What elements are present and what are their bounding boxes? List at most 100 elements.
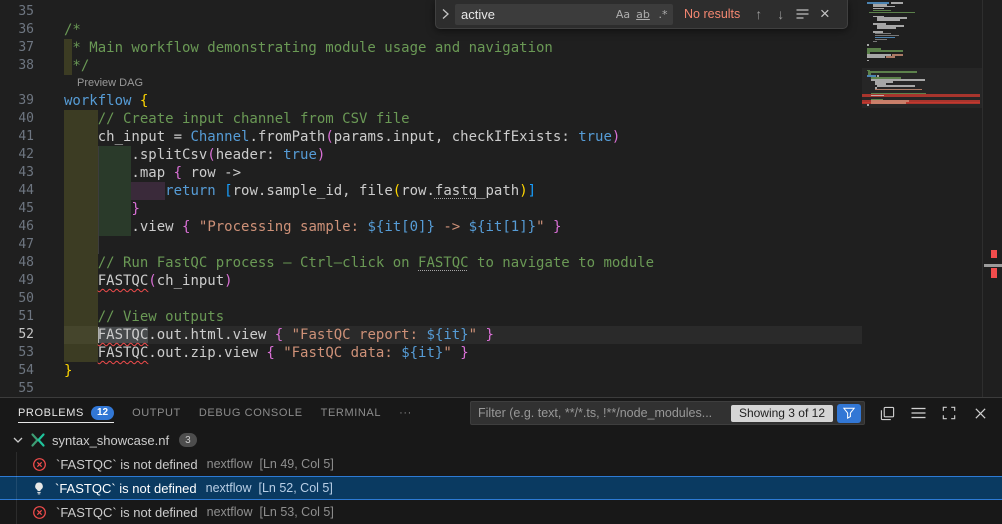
code-token: .splitCsv	[64, 147, 207, 163]
codelens-preview-dag[interactable]: Preview DAG	[77, 75, 143, 91]
indent-rainbow-tint	[64, 236, 98, 254]
code-line[interactable]: FASTQC(ch_input)	[64, 272, 233, 290]
find-query-text[interactable]: active	[461, 7, 613, 22]
view-as-table-icon[interactable]	[909, 404, 927, 422]
panel-tab-terminal[interactable]: TERMINAL	[312, 398, 390, 428]
code-line[interactable]: // View outputs	[64, 308, 224, 326]
line-number: 37	[0, 39, 64, 57]
line-number: 54	[0, 362, 64, 380]
problems-file-group[interactable]: syntax_showcase.nf 3	[0, 428, 1002, 452]
code-line[interactable]: }	[64, 200, 140, 218]
code-token: */	[64, 58, 89, 74]
code-token	[64, 327, 98, 343]
code-token: Channel	[190, 129, 249, 145]
filter-funnel-icon[interactable]	[837, 404, 861, 423]
code-line[interactable]: workflow {	[64, 92, 148, 110]
code-token: ${it}	[426, 327, 468, 343]
code-token: "Processing sample:	[199, 219, 368, 235]
line-number: 40	[0, 110, 64, 128]
code-line[interactable]: }	[64, 362, 72, 380]
whole-word-icon[interactable]: ab	[633, 8, 653, 21]
toggle-replace-chevron-icon[interactable]	[438, 3, 452, 25]
problem-row[interactable]: `FASTQC` is not definednextflow[Ln 53, C…	[0, 500, 1002, 524]
problem-location: [Ln 49, Col 5]	[259, 457, 333, 471]
code-line[interactable]: FASTQC.out.zip.view { "FastQC data: ${it…	[64, 344, 469, 362]
code-token: ${it[0]}	[367, 219, 434, 235]
code-token: }	[553, 219, 561, 235]
code-token	[64, 273, 98, 289]
maximize-panel-icon[interactable]	[940, 404, 958, 422]
tree-indent-guide	[16, 452, 17, 524]
find-previous-button[interactable]: ↑	[749, 6, 768, 22]
code-line[interactable]: .map { row ->	[64, 164, 241, 182]
nextflow-logo-icon	[30, 432, 46, 448]
minimap-code-bar	[867, 104, 869, 106]
bottom-panel: PROBLEMS12 OUTPUT DEBUG CONSOLE TERMINAL ···…	[0, 397, 1002, 524]
chevron-down-icon[interactable]	[10, 432, 26, 448]
collapse-all-icon[interactable]	[878, 404, 896, 422]
code-line[interactable]: return [row.sample_id, file(row.fastq_pa…	[64, 182, 536, 200]
tab-label: DEBUG CONSOLE	[199, 407, 303, 419]
code-token	[131, 93, 139, 109]
problem-message: `FASTQC` is not defined	[56, 457, 198, 472]
minimap-code-bar	[877, 85, 915, 87]
line-number: 49	[0, 272, 64, 290]
find-close-icon[interactable]: ×	[815, 4, 834, 24]
error-token: FASTQC	[98, 273, 149, 289]
code-line[interactable]: // Create input channel from CSV file	[64, 110, 410, 128]
code-token: ->	[435, 219, 469, 235]
code-line[interactable]: /*	[64, 21, 81, 39]
code-token: }	[64, 363, 72, 379]
problems-list: `FASTQC` is not definednextflow[Ln 49, C…	[0, 452, 1002, 524]
tab-label: OUTPUT	[132, 407, 181, 419]
find-input[interactable]: active Aa ab .*	[455, 4, 673, 25]
find-widget: active Aa ab .* No results ↑ ↓ ×	[435, 0, 848, 29]
problem-row[interactable]: `FASTQC` is not definednextflow[Ln 49, C…	[0, 452, 1002, 476]
filter-placeholder: Filter (e.g. text, **/*.ts, !**/node_mod…	[478, 406, 731, 420]
code-token: fastq	[435, 183, 477, 199]
find-in-selection-icon[interactable]	[793, 5, 812, 23]
line-number: 38	[0, 57, 64, 75]
file-group-name: syntax_showcase.nf	[52, 433, 169, 448]
find-next-button[interactable]: ↓	[771, 6, 790, 22]
code-token: }	[486, 327, 494, 343]
close-panel-icon[interactable]	[971, 404, 989, 422]
code-token: )	[519, 183, 527, 199]
minimap[interactable]	[862, 0, 982, 397]
code-line[interactable]: .splitCsv(header: true)	[64, 146, 325, 164]
code-token: "FastQC data:	[283, 345, 401, 361]
code-token	[64, 345, 98, 361]
code-token	[64, 183, 165, 199]
match-case-icon[interactable]: Aa	[613, 8, 633, 21]
code-line[interactable]: // Run FastQC process – Ctrl–click on FA…	[64, 254, 654, 272]
panel-tab-debug-console[interactable]: DEBUG CONSOLE	[190, 398, 312, 428]
problems-filter-input[interactable]: Filter (e.g. text, **/*.ts, !**/node_mod…	[470, 401, 865, 425]
code-token: }	[131, 201, 139, 217]
code-token	[452, 345, 460, 361]
code-token	[64, 255, 98, 271]
tab-label: ···	[399, 407, 412, 419]
code-token: to navigate to module	[469, 255, 654, 271]
regex-icon[interactable]: .*	[653, 8, 673, 21]
code-token: /*	[64, 22, 81, 38]
panel-tab-problems[interactable]: PROBLEMS12	[9, 398, 123, 428]
code-line[interactable]: ch_input = Channel.fromPath(params.input…	[64, 128, 620, 146]
code-token: params.input, checkIfExists:	[334, 129, 578, 145]
minimap-code-bar	[867, 56, 885, 58]
problems-count-badge: 12	[91, 406, 114, 420]
panel-tab-output[interactable]: OUTPUT	[123, 398, 190, 428]
code-line[interactable]: .view { "Processing sample: ${it[0]} -> …	[64, 218, 561, 236]
minimap-code-bar	[867, 50, 903, 52]
minimap-code-bar	[871, 95, 884, 97]
code-token: (	[393, 183, 401, 199]
code-line[interactable]: */	[64, 57, 89, 75]
code-token: ]	[528, 183, 536, 199]
code-token: {	[174, 165, 182, 181]
code-line[interactable]: * Main workflow demonstrating module usa…	[64, 39, 553, 57]
code-line[interactable]: FASTQC.out.html.view { "FastQC report: $…	[64, 326, 494, 344]
line-number: 55	[0, 380, 64, 397]
code-editor[interactable]: 3536/*37 * Main workflow demonstrating m…	[0, 0, 1002, 397]
panel-tab-[interactable]: ···	[390, 398, 421, 428]
problem-row[interactable]: `FASTQC` is not definednextflow[Ln 52, C…	[0, 476, 1002, 500]
code-token: (	[207, 147, 215, 163]
